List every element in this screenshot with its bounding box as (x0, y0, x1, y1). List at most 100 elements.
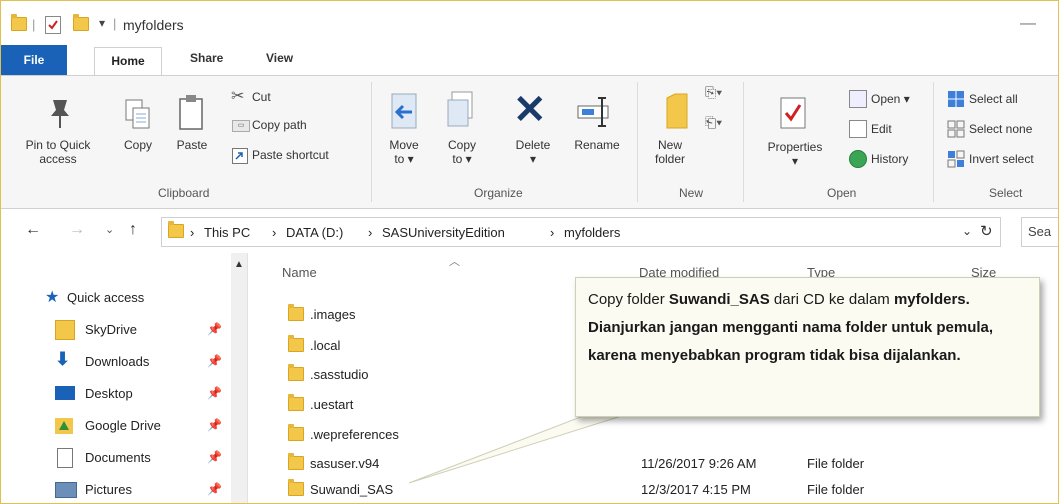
tab-view[interactable]: View (266, 51, 293, 65)
pin-icon[interactable]: 📌 (207, 322, 222, 336)
file-name: .local (310, 338, 341, 353)
file-type: File folder (807, 482, 865, 497)
column-name[interactable]: Name (282, 265, 317, 280)
delete-button[interactable]: Delete ▾ (503, 138, 563, 166)
nav-item-label: Google Drive (85, 418, 161, 433)
back-arrow-icon[interactable]: ← (25, 221, 41, 239)
file-date: 12/3/2017 4:15 PM (641, 482, 751, 497)
folder-icon (288, 364, 304, 383)
search-placeholder: Sea (1028, 224, 1052, 239)
folder-icon (288, 304, 304, 323)
copy-button[interactable]: Copy (115, 138, 161, 152)
file-name: Suwandi_SAS (310, 482, 394, 497)
history-button[interactable]: History (871, 152, 908, 166)
copy-icon (123, 98, 153, 135)
edit-icon (849, 120, 867, 138)
sort-ascending-icon: ︿ (449, 256, 460, 268)
paste-shortcut-button[interactable]: Paste shortcut (252, 148, 329, 162)
copy-path-button[interactable]: Copy path (252, 118, 307, 132)
cut-button[interactable]: Cut (252, 90, 271, 104)
recent-locations-icon[interactable]: ⌄ (105, 223, 114, 236)
desktop-icon (55, 386, 75, 400)
file-name: .images (310, 307, 356, 322)
group-open-label: Open (827, 186, 857, 200)
group-separator (637, 82, 638, 202)
qat-separator: | (113, 16, 117, 31)
instruction-callout: Copy folder Suwandi_SAS dari CD ke dalam… (575, 277, 1040, 417)
breadcrumb-data-drive[interactable]: DATA (D:) (286, 225, 343, 240)
group-clipboard-label: Clipboard (158, 186, 210, 200)
callout-pointer (408, 412, 632, 484)
select-none-button[interactable]: Select none (969, 122, 1032, 136)
pin-icon[interactable]: 📌 (207, 354, 222, 368)
forward-arrow-icon[interactable]: → (69, 221, 85, 239)
qat-separator: | (32, 17, 36, 32)
tab-home[interactable]: Home (94, 47, 162, 76)
new-folder-qat-icon[interactable] (73, 14, 89, 33)
navigation-pane: ★ Quick access SkyDrive 📌 ⬇ Downloads 📌 … (1, 253, 247, 503)
new-folder-button[interactable]: New folder (645, 138, 695, 166)
breadcrumb-this-pc[interactable]: This PC (204, 225, 250, 240)
new-item-icon[interactable]: ⎘▾ (705, 84, 722, 101)
pin-icon[interactable]: 📌 (207, 450, 222, 464)
breadcrumb-sasuniversityedition[interactable]: SASUniversityEdition (382, 225, 505, 240)
rename-button[interactable]: Rename (567, 138, 627, 152)
group-separator (743, 82, 744, 202)
folder-icon (288, 479, 304, 498)
pin-icon[interactable]: 📌 (207, 386, 222, 400)
open-icon (849, 90, 867, 108)
address-dropdown-icon[interactable]: ⌄ (962, 224, 972, 238)
breadcrumb-separator: › (550, 225, 555, 240)
search-input[interactable]: Sea (1021, 217, 1058, 247)
checkbox-doc-icon[interactable] (45, 16, 61, 34)
folder-properties-icon[interactable] (11, 14, 27, 33)
qat-customize-icon[interactable]: ▾ (99, 16, 105, 30)
copy-path-icon: ▭ (232, 120, 250, 132)
pin-icon[interactable]: 📌 (207, 418, 222, 432)
folder-icon (288, 335, 304, 354)
easy-access-icon[interactable]: ⎗▾ (705, 114, 722, 131)
folder-icon (168, 221, 184, 238)
copy-to-icon (444, 90, 480, 135)
copy-to-button[interactable]: Copy to ▾ (437, 138, 487, 166)
properties-icon (779, 96, 809, 135)
minimize-button[interactable]: — (1020, 15, 1036, 33)
file-name: .uestart (310, 397, 354, 412)
up-arrow-icon[interactable]: ↑ (129, 221, 137, 239)
tab-file[interactable]: File (1, 45, 67, 75)
tab-share[interactable]: Share (190, 51, 223, 65)
pin-icon[interactable]: 📌 (207, 482, 222, 496)
ribbon: Pin to Quick access Copy Paste ✂ Cut ▭ C… (1, 75, 1058, 209)
nav-item-label: Desktop (85, 386, 133, 401)
address-bar[interactable]: › This PC › DATA (D:) › SASUniversityEdi… (161, 217, 1001, 247)
scissors-icon: ✂ (231, 88, 245, 105)
invert-selection-icon (947, 150, 965, 171)
documents-icon (57, 448, 73, 468)
open-button[interactable]: Open ▾ (871, 92, 910, 106)
breadcrumb-separator: › (190, 225, 195, 240)
pin-quick-access-button[interactable]: Pin to Quick access (3, 138, 113, 166)
breadcrumb-myfolders[interactable]: myfolders (564, 225, 620, 240)
group-new-label: New (679, 186, 704, 200)
ribbon-tabs: File Home Share View (1, 45, 1058, 76)
select-all-button[interactable]: Select all (969, 92, 1018, 106)
navigation-bar: ← → ⌄ ↑ › This PC › DATA (D:) › SASUnive… (1, 217, 1058, 247)
move-to-icon (386, 92, 422, 135)
nav-scrollbar[interactable]: ▲ (231, 253, 248, 503)
invert-selection-button[interactable]: Invert select (969, 152, 1034, 166)
pin-icon (45, 96, 75, 133)
paste-icon (177, 94, 207, 135)
move-to-button[interactable]: Move to ▾ (379, 138, 429, 166)
refresh-icon[interactable]: ↻ (980, 222, 993, 240)
file-type: File folder (807, 456, 865, 471)
properties-button[interactable]: Properties ▾ (759, 140, 831, 168)
edit-button[interactable]: Edit (871, 122, 892, 136)
nav-item-label: Downloads (85, 354, 150, 369)
download-icon: ⬇ (55, 349, 71, 369)
window-title: myfolders (123, 17, 184, 33)
scroll-up-icon[interactable]: ▲ (234, 259, 244, 270)
nav-item-label: Quick access (67, 290, 145, 305)
paste-button[interactable]: Paste (169, 138, 215, 152)
folder-icon (288, 424, 304, 443)
callout-text: Copy folder (588, 291, 669, 308)
